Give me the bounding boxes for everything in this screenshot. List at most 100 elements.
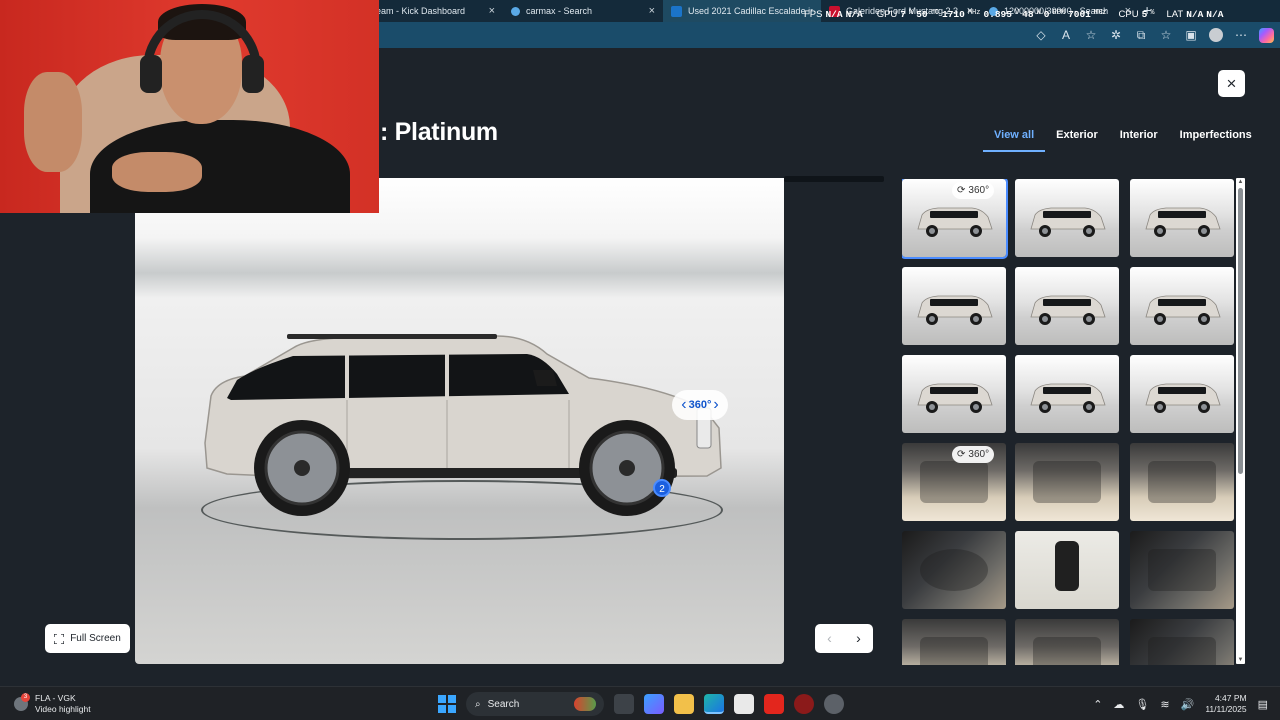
task-view-icon[interactable] (614, 694, 634, 714)
interior-thumbnail-image (1148, 637, 1216, 665)
gpu-volt-unit: V (1014, 9, 1020, 17)
spin-360-badge: ⟳ 360° (952, 446, 995, 463)
store-icon[interactable] (734, 694, 754, 714)
photo-filter-tabs: View all Exterior Interior Imperfections (983, 126, 1263, 152)
carmax-favicon (671, 5, 682, 17)
tag-icon[interactable]: ◇ (1034, 28, 1048, 42)
interior-thumbnail-image (1148, 461, 1216, 503)
taskbar-search[interactable]: ⌕ Search (466, 692, 604, 716)
photo-thumbnail[interactable]: ⟳ 360° (902, 179, 1008, 259)
spin-viewer[interactable]: ‹ 360° › 2 (135, 178, 784, 664)
volume-icon[interactable]: 🔊 (1181, 698, 1195, 711)
youtube-icon[interactable] (764, 694, 784, 714)
widget-notification[interactable]: 3 FLA - VGK Video highlight (14, 693, 91, 715)
webcam-overlay (0, 0, 379, 213)
person-hand (24, 72, 82, 172)
fullscreen-label: Full Screen (70, 633, 121, 644)
fan-speed: 0 (1043, 9, 1050, 20)
settings-icon[interactable] (824, 694, 844, 714)
close-tab-icon[interactable]: × (489, 5, 495, 17)
microphone-icon[interactable]: 🎙 (1135, 698, 1149, 711)
photo-thumbnail[interactable] (1130, 443, 1234, 521)
spin-360-control[interactable]: ‹ 360° › (672, 390, 728, 420)
tab-imperfections[interactable]: Imperfections (1169, 126, 1263, 152)
photo-pager: ‹ › (815, 624, 873, 653)
tab-cadillac-escalade[interactable]: Used 2021 Cadillac Escalade in G (663, 0, 821, 22)
copilot-icon[interactable] (1259, 27, 1274, 43)
widgets-icon[interactable] (644, 694, 664, 714)
edge-icon[interactable] (704, 694, 724, 714)
photo-thumbnail[interactable] (902, 531, 1006, 609)
photo-thumbnail[interactable] (902, 355, 1006, 433)
start-icon[interactable] (438, 695, 456, 713)
photo-thumbnail[interactable] (1130, 531, 1234, 609)
favorite-star-icon[interactable]: ☆ (1084, 28, 1098, 42)
vehicle-thumbnail-image (1030, 295, 1106, 325)
file-explorer-icon[interactable] (674, 694, 694, 714)
photo-thumbnail[interactable] (1130, 355, 1234, 433)
next-photo-button[interactable]: › (844, 624, 873, 653)
thumbnail-grid: ⟳ 360° ⟳ 360° (902, 179, 1234, 665)
photo-thumbnail[interactable] (1015, 267, 1119, 345)
photo-thumbnail[interactable] (1015, 355, 1119, 433)
photo-thumbnail[interactable] (902, 267, 1006, 345)
tab-carmax-search[interactable]: carmax - Search × (503, 0, 663, 22)
photo-thumbnail[interactable] (902, 619, 1006, 665)
badge-label: 360° (968, 449, 990, 460)
lat-value: N/A (1186, 9, 1204, 20)
gpu-label: GPU (876, 9, 898, 20)
prev-photo-button[interactable]: ‹ (815, 624, 844, 653)
photo-thumbnail[interactable] (1130, 267, 1234, 345)
tab-kick-dashboard[interactable]: eam - Kick Dashboard × (368, 0, 503, 22)
search-icon (511, 6, 520, 16)
imperfection-hotspot[interactable]: 2 (653, 479, 671, 497)
photo-thumbnail[interactable] (1130, 619, 1234, 665)
cloud-icon[interactable]: ☁ (1113, 698, 1124, 711)
recording-app-icon[interactable] (794, 694, 814, 714)
extensions-icon[interactable]: ✲ (1109, 28, 1123, 42)
vehicle-thumbnail-image (917, 383, 993, 413)
chevron-left-icon: ‹ (827, 630, 832, 646)
fan-unit: RPM (1052, 9, 1066, 17)
fullscreen-button[interactable]: Full Screen (45, 624, 130, 653)
favorites-icon[interactable]: ☆ (1159, 28, 1173, 42)
tab-interior[interactable]: Interior (1109, 126, 1169, 152)
read-aloud-icon[interactable]: A (1059, 28, 1073, 42)
vehicle-thumbnail-image (1145, 383, 1221, 413)
scroll-up-icon[interactable]: ▲ (1237, 179, 1244, 185)
photo-thumbnail[interactable] (1015, 443, 1119, 521)
lat-label: LAT (1166, 9, 1184, 20)
collections-icon[interactable]: ▣ (1184, 28, 1198, 42)
gpu-temp: 50 (916, 9, 928, 20)
notification-badge: 3 (21, 693, 30, 702)
photo-thumbnail[interactable]: ⟳ 360° (902, 443, 1006, 521)
profile-avatar[interactable] (1209, 28, 1223, 42)
vehicle-thumbnail-image (917, 207, 993, 237)
more-menu-icon[interactable]: ⋯ (1234, 28, 1248, 42)
photo-thumbnail[interactable] (1130, 179, 1234, 257)
photo-thumbnail[interactable] (1015, 531, 1119, 609)
badge-label: 360° (968, 185, 990, 196)
notifications-icon[interactable]: ▤ (1258, 698, 1268, 711)
gpu-util: 7 (900, 9, 906, 20)
viewer-edge (784, 176, 884, 182)
cpu-util: 5 (1141, 9, 1148, 20)
photo-thumbnail[interactable] (1015, 619, 1119, 665)
interior-thumbnail-image (920, 461, 988, 503)
split-screen-icon[interactable]: ⧉ (1134, 28, 1148, 42)
wifi-icon[interactable]: ≋ (1160, 698, 1169, 711)
thumbnail-scrollbar[interactable]: ▲ ▼ (1236, 178, 1245, 664)
tab-exterior[interactable]: Exterior (1045, 126, 1109, 152)
photo-thumbnail[interactable] (1015, 179, 1119, 257)
clock-date: 11/11/2025 (1205, 704, 1247, 714)
gpu-power: 48 (1022, 9, 1034, 20)
scroll-thumb[interactable] (1238, 188, 1243, 474)
chevron-up-icon[interactable]: ⌃ (1093, 698, 1102, 711)
clock[interactable]: 4:47 PM 11/11/2025 (1205, 693, 1246, 715)
scroll-down-icon[interactable]: ▼ (1237, 657, 1244, 663)
close-button[interactable]: × (1218, 70, 1245, 97)
close-tab-icon[interactable]: × (649, 5, 655, 17)
rotate-icon: ⟳ (957, 185, 966, 196)
gpu-power-unit: W (1036, 9, 1041, 17)
tab-view-all[interactable]: View all (983, 126, 1046, 152)
